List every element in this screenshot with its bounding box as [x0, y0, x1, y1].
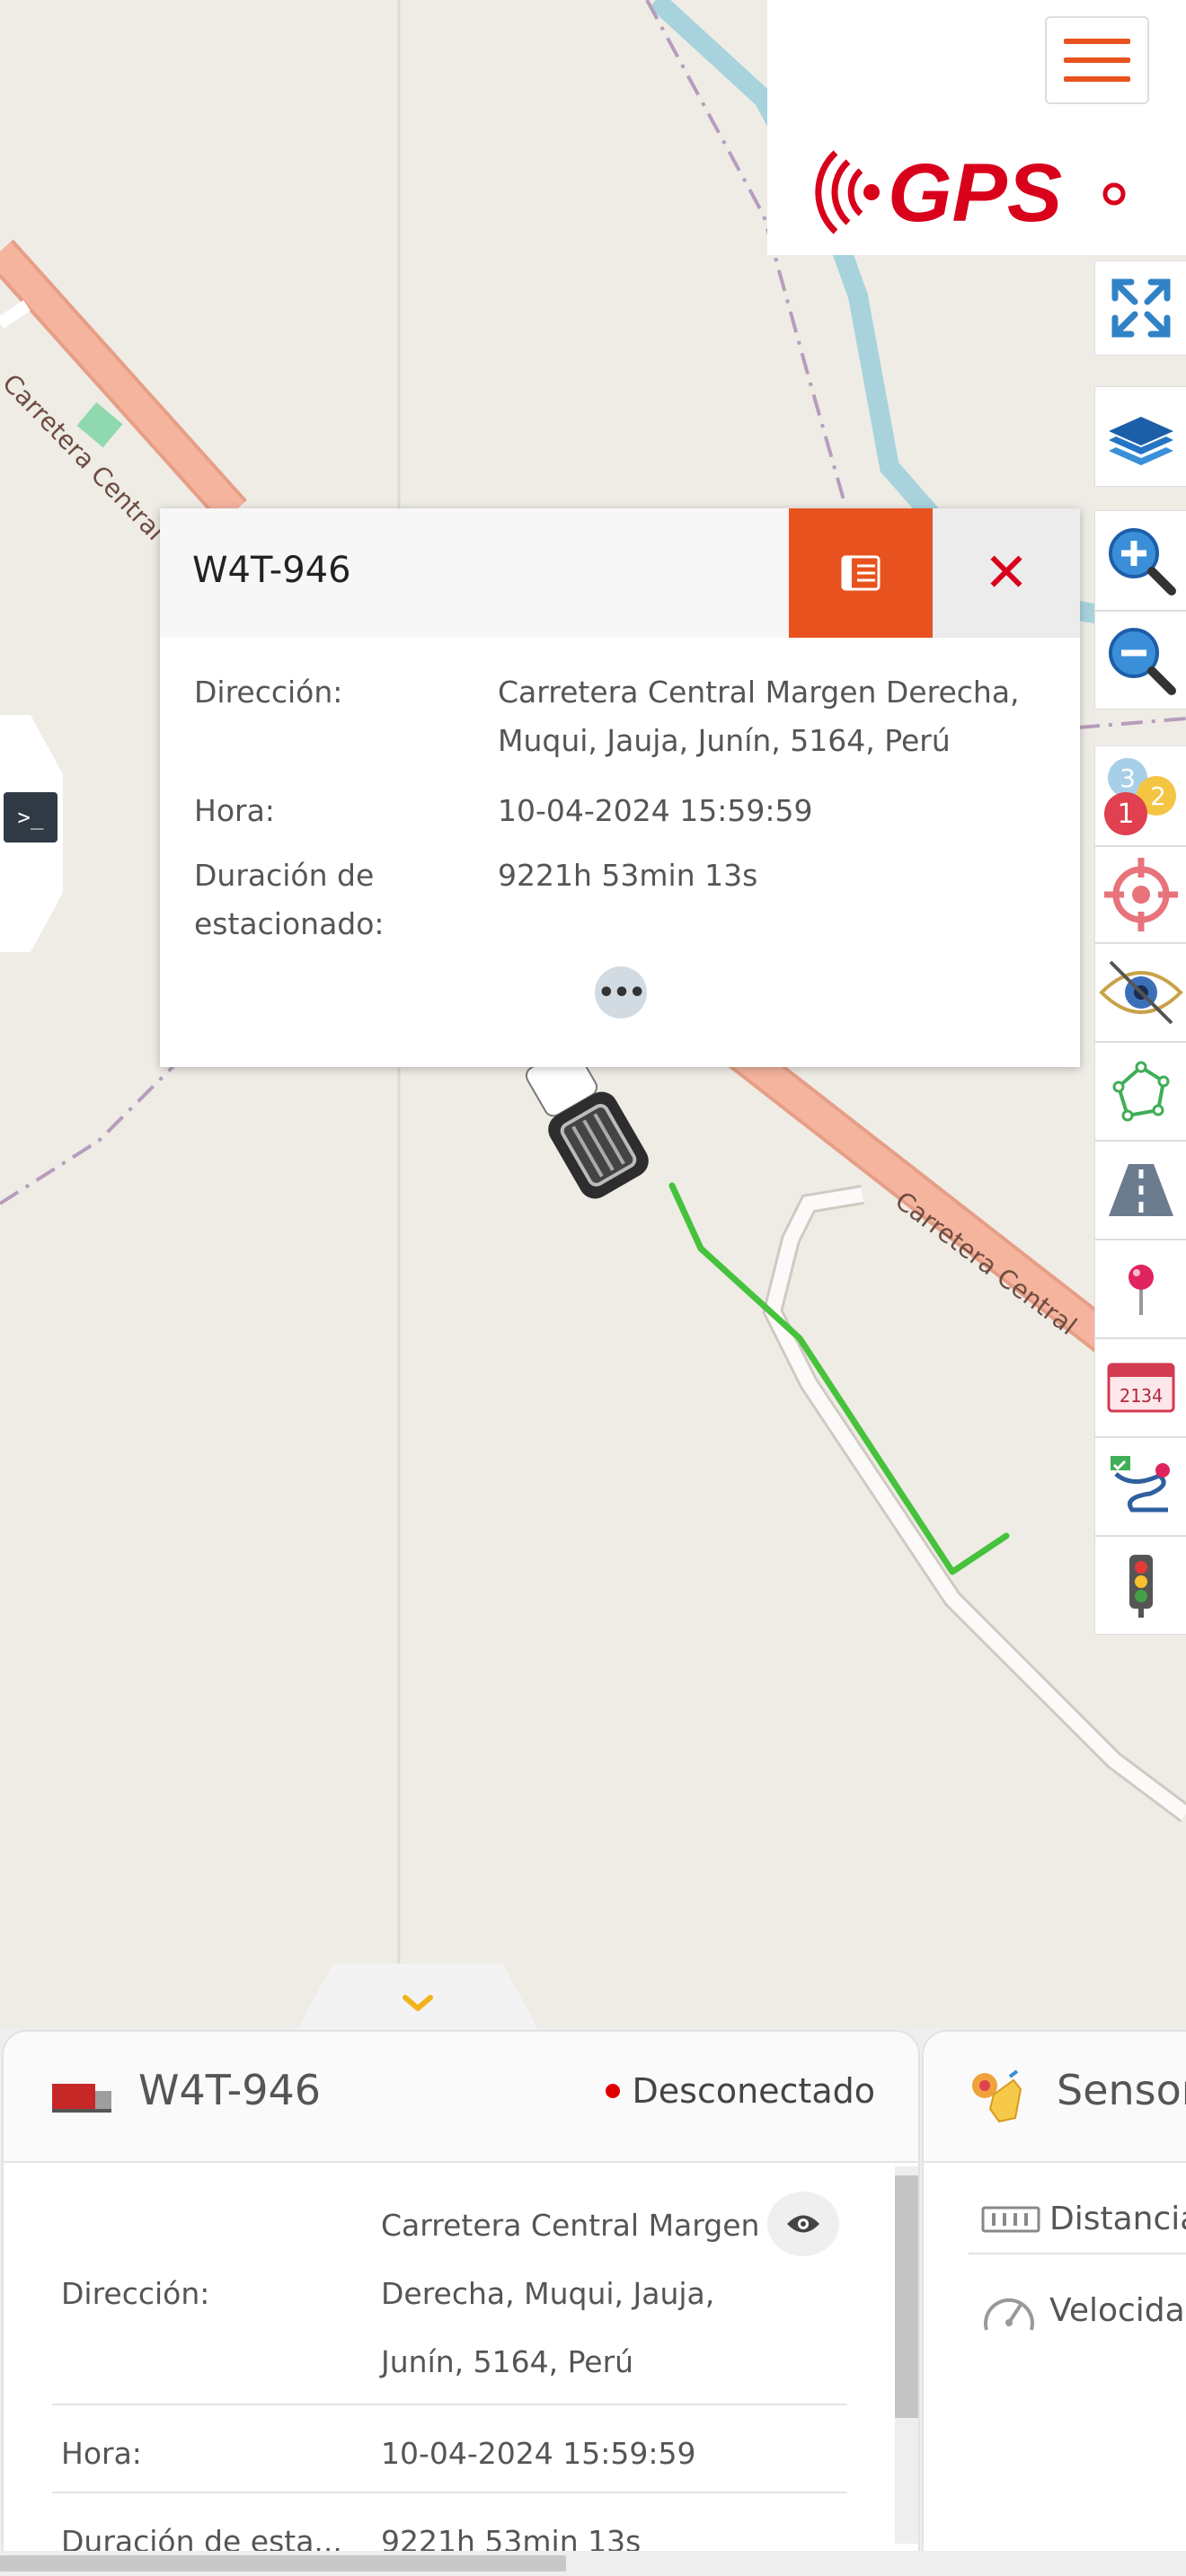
status-badge: Desconectado — [605, 2071, 876, 2111]
popup-value-time: 10-04-2024 15:59:59 — [498, 793, 813, 828]
status-text: Desconectado — [632, 2071, 876, 2111]
cluster-icon: 3 2 1 — [1103, 758, 1176, 835]
cluster-button[interactable]: 3 2 1 — [1094, 745, 1186, 846]
speedometer-icon — [984, 2298, 1034, 2331]
svg-text:2134: 2134 — [1119, 1385, 1162, 1407]
popup-value-parked-duration: 9221h 53min 13s — [498, 858, 758, 893]
route-history-icon — [1110, 1456, 1170, 1513]
fullscreen-icon — [1111, 278, 1170, 338]
value-time: 10-04-2024 15:59:59 — [381, 2436, 696, 2471]
sensor-card: Sensor Distancia Velocida — [922, 2030, 1186, 2576]
logo-text: GPS — [888, 147, 1062, 239]
horizontal-scrollbar[interactable] — [0, 2551, 1186, 2576]
odometer-icon — [981, 2206, 1040, 2233]
row-divider — [969, 2253, 1186, 2254]
popup-more-button[interactable]: ••• — [595, 966, 647, 1019]
label-address: Dirección: — [61, 2276, 210, 2311]
popup-label-time: Hora: — [194, 793, 275, 828]
hamburger-icon[interactable] — [1045, 16, 1149, 104]
layers-icon — [1108, 417, 1173, 465]
popup-label-parked-duration: Duración de estacionado: — [194, 858, 385, 941]
license-plate-button[interactable]: 2134 — [1094, 1338, 1186, 1437]
popup-report-button[interactable] — [789, 508, 933, 638]
row-divider — [52, 2492, 846, 2493]
vehicle-card-header: W4T-946 Desconectado — [4, 2032, 918, 2163]
locate-target-button[interactable] — [1094, 846, 1186, 943]
locate-target-icon — [1103, 858, 1178, 931]
sensor-title: Sensor — [1057, 2066, 1186, 2114]
collapse-panel-button[interactable] — [296, 1963, 539, 2032]
row-divider — [52, 2404, 846, 2405]
zoom-in-button[interactable] — [1094, 510, 1186, 611]
close-icon: ✕ — [983, 542, 1030, 604]
popup-header: W4T-946 ✕ — [160, 508, 1080, 638]
label-time: Hora: — [61, 2436, 142, 2471]
zoom-in-icon — [1108, 528, 1176, 595]
vehicle-name: W4T-946 — [138, 2066, 322, 2114]
zoom-out-icon — [1108, 628, 1176, 695]
report-icon — [841, 555, 881, 591]
poi-pin-icon — [1128, 1265, 1154, 1315]
horizontal-scrollbar-thumb[interactable] — [0, 2555, 566, 2572]
sensor-distance-label: Distancia — [1049, 2201, 1186, 2237]
poi-pin-button[interactable] — [1094, 1239, 1186, 1338]
svg-text:3: 3 — [1120, 763, 1136, 793]
traffic-light-button[interactable] — [1094, 1536, 1186, 1635]
scrollbar-thumb[interactable] — [895, 2175, 918, 2418]
svg-text:2: 2 — [1150, 781, 1166, 811]
svg-text:1: 1 — [1117, 798, 1134, 830]
more-icon: ••• — [597, 976, 646, 1009]
zoom-out-button[interactable] — [1094, 611, 1186, 710]
geofence-polygon-icon — [1112, 1061, 1169, 1122]
gps-logo: GPS — [809, 135, 1132, 243]
visibility-button[interactable] — [1094, 943, 1186, 1042]
value-address: Carretera Central Margen Derecha, Muqui,… — [381, 2208, 760, 2379]
license-plate-icon: 2134 — [1107, 1363, 1174, 1413]
layers-button[interactable] — [1094, 386, 1186, 487]
vehicle-popup: W4T-946 ✕ Dirección: Carretera Central M… — [160, 508, 1080, 1067]
visibility-eye-icon — [1098, 960, 1183, 1025]
popup-value-address: Carretera Central Margen Derecha, Muqui,… — [498, 675, 1020, 758]
sensor-speed-label: Velocida — [1049, 2292, 1185, 2329]
popup-title: W4T-946 — [192, 550, 351, 591]
popup-close-button[interactable]: ✕ — [933, 508, 1080, 638]
truck-icon — [52, 2084, 111, 2113]
route-history-button[interactable] — [1094, 1437, 1186, 1536]
sensor-card-header: Sensor — [924, 2032, 1186, 2163]
card-scrollbar[interactable] — [895, 2166, 918, 2544]
terminal-icon[interactable]: >_ — [4, 792, 58, 842]
geofence-button[interactable] — [1094, 1042, 1186, 1141]
chevron-down-icon — [403, 1995, 433, 2011]
route-road-icon — [1108, 1164, 1173, 1216]
route-road-button[interactable] — [1094, 1141, 1186, 1239]
vehicle-info-card: W4T-946 Desconectado Dirección: Carreter… — [2, 2030, 920, 2576]
popup-label-address: Dirección: — [194, 675, 343, 710]
sensor-hand-icon — [972, 2069, 1022, 2123]
status-dot — [605, 2084, 620, 2098]
traffic-light-icon — [1128, 1555, 1153, 1618]
fullscreen-button[interactable] — [1094, 260, 1186, 356]
